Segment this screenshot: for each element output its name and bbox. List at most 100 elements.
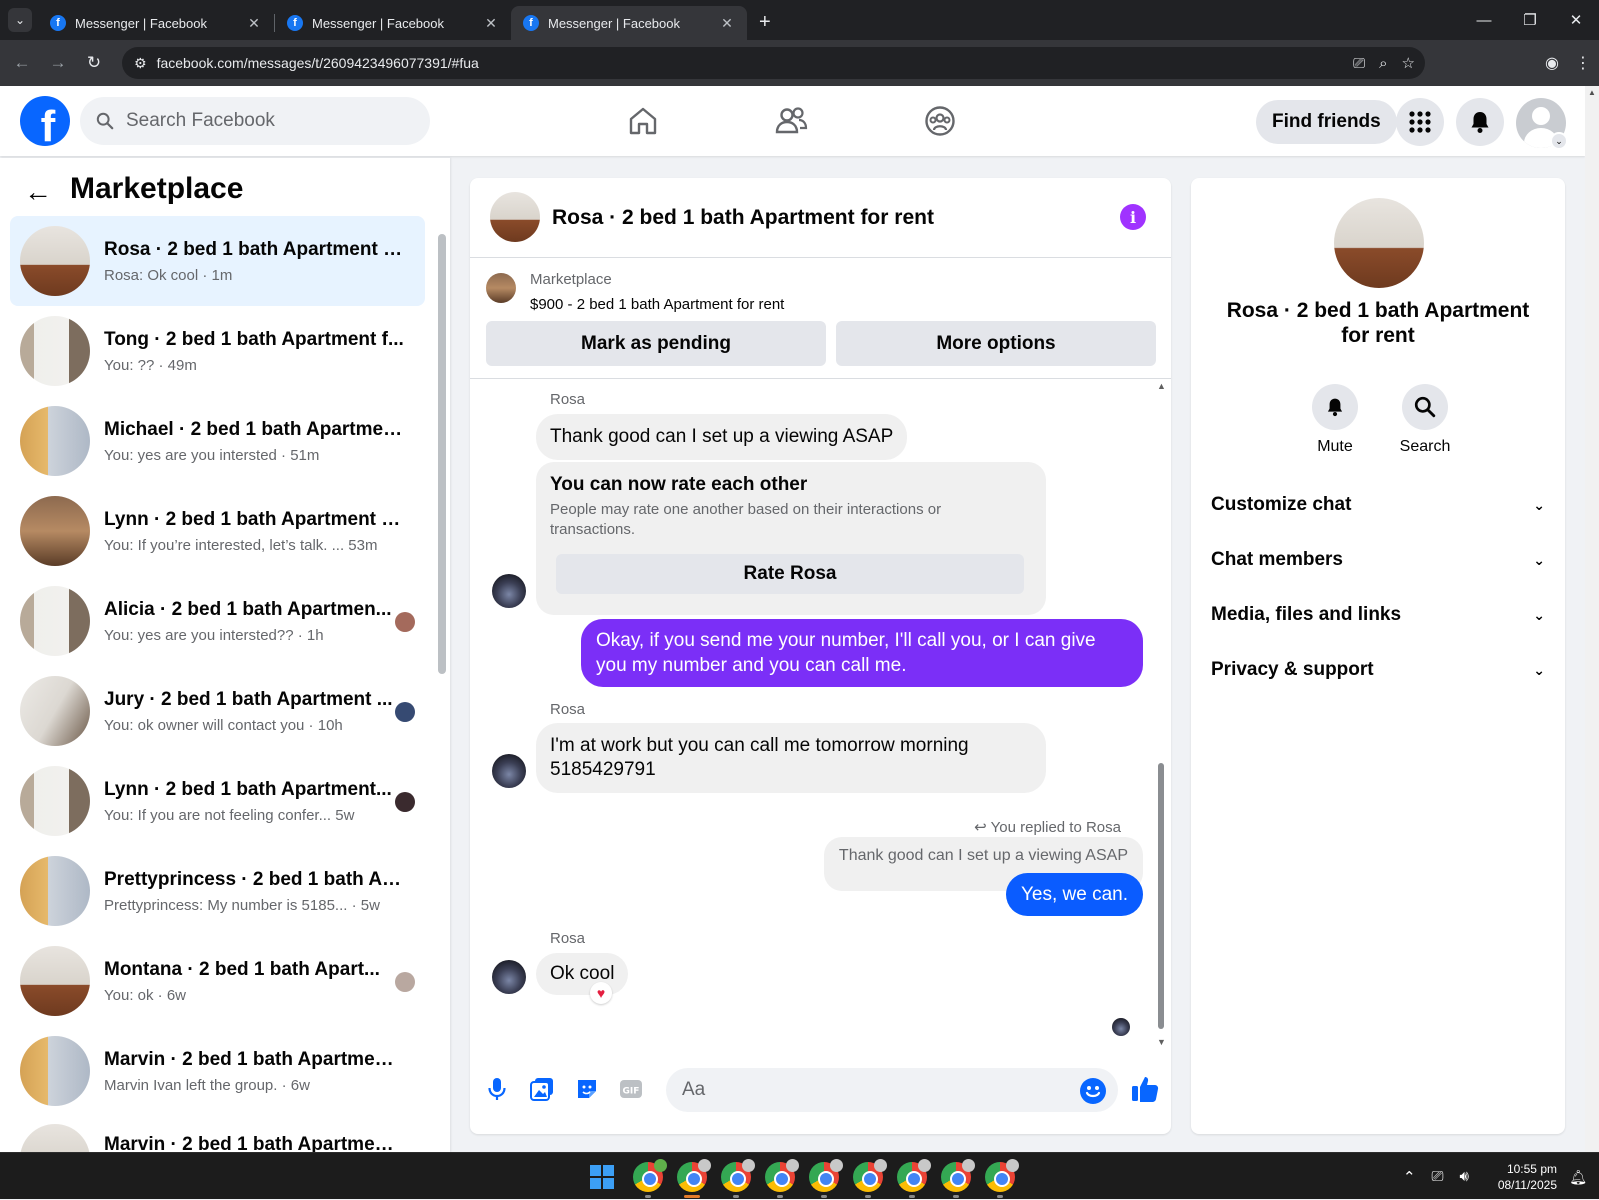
gif-icon[interactable]: GIF: [618, 1076, 644, 1102]
conversation-item[interactable]: Alicia · 2 bed 1 bath Apartmen... You: ye…: [10, 576, 425, 666]
facebook-search[interactable]: [80, 97, 430, 145]
mark-as-pending-button[interactable]: Mark as pending: [486, 321, 826, 366]
thumbs-up-icon[interactable]: [1130, 1074, 1160, 1104]
network-icon[interactable]: ⎚: [1432, 1168, 1444, 1185]
rosa-avatar[interactable]: [492, 574, 526, 608]
browser-tab-1[interactable]: f Messenger | Facebook ✕: [38, 6, 274, 40]
chat-header: Rosa · 2 bed 1 bath Apartment for rent i: [470, 178, 1171, 258]
info-icon[interactable]: i: [1120, 204, 1146, 230]
chrome-icon[interactable]: [809, 1159, 843, 1192]
incoming-message[interactable]: Thank good can I set up a viewing ASAP: [536, 414, 908, 460]
taskbar-indicator: [909, 1195, 915, 1198]
zoom-icon[interactable]: ⌕: [1379, 55, 1387, 72]
more-options-button[interactable]: More options: [836, 321, 1156, 366]
site-info-icon[interactable]: ⚙: [134, 55, 147, 72]
conversation-item[interactable]: Michael · 2 bed 1 bath Apartmen... You: y…: [10, 396, 425, 486]
find-friends-button[interactable]: Find friends: [1256, 100, 1397, 144]
kebab-menu-icon[interactable]: ⋮: [1575, 53, 1591, 73]
bookmark-star-icon[interactable]: ☆: [1402, 54, 1415, 72]
home-icon[interactable]: [623, 101, 663, 141]
tab-search-button[interactable]: ⌄: [8, 8, 32, 32]
friends-icon[interactable]: [771, 101, 811, 141]
mute-action[interactable]: Mute: [1305, 384, 1365, 456]
listing-thumbnail: [20, 676, 90, 746]
show-hidden-icons-chevron-icon[interactable]: ⌃: [1403, 1168, 1416, 1186]
search-icon[interactable]: [1402, 384, 1448, 430]
account-caret-icon[interactable]: ⌄: [1550, 132, 1568, 150]
search-label: Search: [1399, 438, 1451, 455]
facebook-favicon-icon: f: [523, 15, 539, 31]
rosa-avatar[interactable]: [492, 960, 526, 994]
chrome-icon[interactable]: [985, 1159, 1019, 1192]
search-action[interactable]: Search: [1395, 384, 1455, 456]
browser-tab-3-active[interactable]: f Messenger | Facebook ✕: [511, 6, 747, 40]
sticker-icon[interactable]: [574, 1076, 600, 1102]
address-bar[interactable]: ⚙ facebook.com/messages/t/26094234960773…: [122, 47, 1425, 79]
message-input[interactable]: [666, 1068, 1118, 1112]
close-window-icon[interactable]: ✕: [1553, 0, 1599, 40]
new-tab-icon[interactable]: +: [759, 11, 771, 34]
groups-icon[interactable]: [920, 101, 960, 141]
rate-rosa-button[interactable]: Rate Rosa: [556, 554, 1024, 594]
chrome-icon[interactable]: [721, 1159, 755, 1192]
facebook-logo-icon[interactable]: f: [20, 96, 70, 146]
chrome-icon[interactable]: [765, 1159, 799, 1192]
outgoing-message[interactable]: Okay, if you send me your number, I'll c…: [581, 619, 1143, 687]
privacy-support-section[interactable]: Privacy & support ⌄: [1211, 650, 1545, 690]
microphone-icon[interactable]: [484, 1076, 510, 1102]
restore-icon[interactable]: ❐: [1507, 0, 1553, 40]
conversation-item[interactable]: Jury · 2 bed 1 bath Apartment ... You: ok…: [10, 666, 425, 756]
media-files-links-section[interactable]: Media, files and links ⌄: [1211, 595, 1545, 635]
close-tab-icon[interactable]: ✕: [719, 15, 735, 32]
taskbar-clock[interactable]: 10:55 pm 08/11/2025: [1498, 1161, 1557, 1193]
message-scrollbar[interactable]: ▲ ▼: [1156, 379, 1166, 1049]
chrome-icon[interactable]: [677, 1159, 711, 1192]
rosa-avatar[interactable]: [492, 754, 526, 788]
conversation-item[interactable]: Lynn · 2 bed 1 bath Apartment... You: If …: [10, 756, 425, 846]
customize-chat-section[interactable]: Customize chat ⌄: [1211, 485, 1545, 525]
listing-profile-image[interactable]: [1334, 198, 1424, 288]
conversation-preview: Prettyprincess: My number is 5185... · 5…: [104, 896, 380, 914]
chrome-icon[interactable]: [853, 1159, 887, 1192]
reload-icon[interactable]: ↻: [76, 45, 112, 81]
chat-members-section[interactable]: Chat members ⌄: [1211, 540, 1545, 580]
notifications-bell-icon[interactable]: [1456, 98, 1504, 146]
chrome-icon[interactable]: [897, 1159, 931, 1192]
close-tab-icon[interactable]: ✕: [246, 15, 262, 32]
heart-reaction-icon[interactable]: ♥: [590, 982, 612, 1004]
windows-start-icon[interactable]: [590, 1165, 614, 1189]
conversation-item[interactable]: Montana · 2 bed 1 bath Apart... You: ok ·…: [10, 936, 425, 1026]
chrome-icon[interactable]: [633, 1159, 667, 1192]
bell-icon[interactable]: [1312, 384, 1358, 430]
forward-nav-icon[interactable]: →: [40, 45, 76, 81]
conversation-item[interactable]: Rosa · 2 bed 1 bath Apartment fo... Rosa:…: [10, 216, 425, 306]
minimize-icon[interactable]: —: [1461, 0, 1507, 40]
search-input[interactable]: [126, 110, 406, 132]
chevron-down-icon: ⌄: [1533, 661, 1545, 678]
marketplace-listing-row[interactable]: Marketplace $900 - 2 bed 1 bath Apartmen…: [470, 259, 1171, 329]
conversation-list-scrollbar[interactable]: [438, 218, 446, 1148]
conversation-item[interactable]: Tong · 2 bed 1 bath Apartment f... You: ?…: [10, 306, 425, 396]
chrome-icon[interactable]: [941, 1159, 975, 1192]
conversation-item[interactable]: Lynn · 2 bed 1 bath Apartment fo... You: …: [10, 486, 425, 576]
install-app-icon[interactable]: ⎚: [1353, 55, 1365, 72]
conversation-item[interactable]: Marvin · 2 bed 1 bath Apartment... Marvin…: [10, 1026, 425, 1116]
menu-grid-icon[interactable]: [1396, 98, 1444, 146]
notification-bell-icon[interactable]: 🔔︎: [1569, 1169, 1587, 1186]
outgoing-reply-message[interactable]: Yes, we can.: [1005, 873, 1143, 916]
emoji-icon[interactable]: [1080, 1078, 1106, 1104]
incoming-message[interactable]: I'm at work but you can call me tomorrow…: [536, 723, 1046, 793]
conversation-item[interactable]: Prettyprincess · 2 bed 1 bath Apa... Pret…: [10, 846, 425, 936]
back-arrow-icon[interactable]: ←: [24, 176, 52, 208]
volume-icon[interactable]: 🔊︎: [1460, 1168, 1469, 1185]
browser-tab-2[interactable]: f Messenger | Facebook ✕: [275, 6, 511, 40]
seen-avatar: [395, 792, 415, 812]
photo-gallery-icon[interactable]: [529, 1076, 555, 1102]
back-nav-icon[interactable]: ←: [4, 45, 40, 81]
page-scrollbar[interactable]: [1585, 86, 1599, 1152]
incoming-message[interactable]: Ok cool: [536, 953, 629, 995]
profile-icon[interactable]: ◉: [1545, 53, 1559, 73]
close-tab-icon[interactable]: ✕: [483, 15, 499, 32]
chat-thumbnail[interactable]: [490, 192, 540, 242]
chat-title[interactable]: Rosa · 2 bed 1 bath Apartment for rent: [552, 206, 934, 230]
